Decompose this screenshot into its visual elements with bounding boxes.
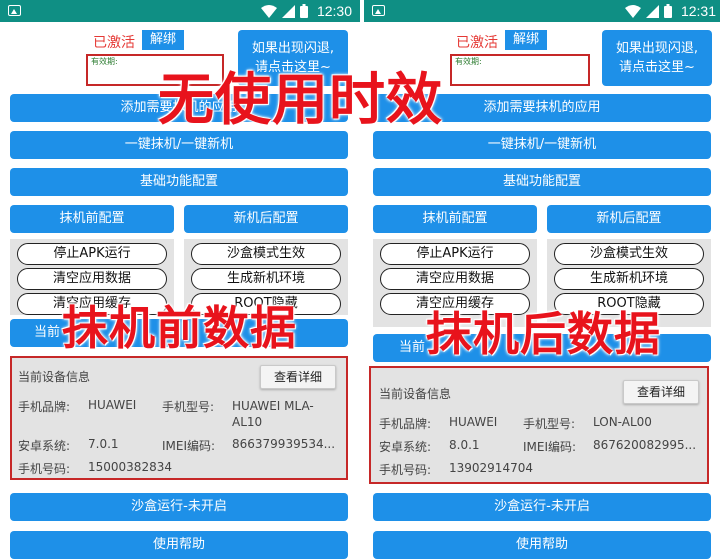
brand-label: 手机品牌: xyxy=(18,400,71,414)
clear-data-toggle[interactable]: 清空应用数据 xyxy=(17,268,167,290)
after-config-button[interactable]: 新机后配置 xyxy=(547,205,711,233)
sandbox-run-button[interactable]: 沙盒运行-未开启 xyxy=(10,493,348,521)
wifi-icon xyxy=(260,4,277,18)
imei-value: 866379939534... xyxy=(232,437,336,451)
status-time: 12:30 xyxy=(316,3,352,19)
one-key-reset-button[interactable]: 一键抹机/一键新机 xyxy=(373,131,711,159)
model-label: 手机型号: xyxy=(523,417,576,431)
image-notification-icon xyxy=(372,5,385,16)
signal-icon xyxy=(645,4,659,18)
status-bar: 12:31 xyxy=(364,0,720,22)
help-button[interactable]: 使用帮助 xyxy=(10,531,348,559)
before-data-overlay: 抹机前数据 xyxy=(62,301,297,355)
model-value: LON-AL00 xyxy=(593,415,652,429)
signal-icon xyxy=(281,4,295,18)
activated-label: 已激活 xyxy=(93,35,135,51)
imei-label: IMEI编码: xyxy=(523,440,577,454)
android-label: 安卓系统: xyxy=(18,439,71,453)
phone-label: 手机号码: xyxy=(379,463,432,477)
crash-hint-button[interactable]: 如果出现闪退, 请点击这里~ xyxy=(602,30,712,86)
basic-config-button[interactable]: 基础功能配置 xyxy=(10,168,348,196)
device-info-title: 当前设备信息 xyxy=(18,370,91,384)
phone-value: 13902914704 xyxy=(449,461,533,475)
clear-data-toggle[interactable]: 清空应用数据 xyxy=(380,268,530,290)
model-label: 手机型号: xyxy=(162,400,215,414)
no-time-limit-overlay: 无使用时效 xyxy=(158,68,443,133)
stop-apk-toggle[interactable]: 停止APK运行 xyxy=(17,243,167,265)
before-config-button[interactable]: 抹机前配置 xyxy=(373,205,537,233)
brand-value: HUAWEI xyxy=(88,398,137,412)
brand-value: HUAWEI xyxy=(449,415,498,429)
image-notification-icon xyxy=(8,5,21,16)
android-value: 7.0.1 xyxy=(88,437,119,451)
expiry-label: 有效期: xyxy=(91,57,118,66)
android-value: 8.0.1 xyxy=(449,438,480,452)
current-data-label: 当前 xyxy=(34,325,61,340)
activated-label: 已激活 xyxy=(456,35,498,51)
after-config-button[interactable]: 新机后配置 xyxy=(184,205,348,233)
sandbox-run-button[interactable]: 沙盒运行-未开启 xyxy=(373,493,711,521)
device-info-panel: 当前设备信息 查看详细 手机品牌: HUAWEI 手机型号: LON-AL00 … xyxy=(369,366,709,484)
sandbox-mode-toggle[interactable]: 沙盒模式生效 xyxy=(554,243,704,265)
expiry-box: 有效期: xyxy=(450,54,590,86)
help-button[interactable]: 使用帮助 xyxy=(373,531,711,559)
unbind-button[interactable]: 解绑 xyxy=(142,30,185,50)
before-config-button[interactable]: 抹机前配置 xyxy=(10,205,174,233)
imei-label: IMEI编码: xyxy=(162,439,216,453)
gen-env-toggle[interactable]: 生成新机环境 xyxy=(554,268,704,290)
basic-config-button[interactable]: 基础功能配置 xyxy=(373,168,711,196)
phone-value: 15000382834 xyxy=(88,460,172,474)
gen-env-toggle[interactable]: 生成新机环境 xyxy=(191,268,341,290)
device-info-panel: 当前设备信息 查看详细 手机品牌: HUAWEI 手机型号: HUAWEI ML… xyxy=(10,356,348,480)
android-label: 安卓系统: xyxy=(379,440,432,454)
imei-value: 867620082995... xyxy=(593,438,697,452)
expiry-label: 有效期: xyxy=(455,57,482,66)
status-time: 12:31 xyxy=(680,3,716,19)
status-bar: 12:30 xyxy=(0,0,360,22)
current-data-label: 当前 xyxy=(399,340,426,355)
unbind-button[interactable]: 解绑 xyxy=(505,30,548,50)
view-detail-button[interactable]: 查看详细 xyxy=(260,365,336,389)
battery-icon xyxy=(663,4,672,18)
after-data-overlay: 抹机后数据 xyxy=(426,307,661,361)
brand-label: 手机品牌: xyxy=(379,417,432,431)
battery-icon xyxy=(299,4,308,18)
device-info-title: 当前设备信息 xyxy=(379,387,452,401)
sandbox-mode-toggle[interactable]: 沙盒模式生效 xyxy=(191,243,341,265)
stop-apk-toggle[interactable]: 停止APK运行 xyxy=(380,243,530,265)
view-detail-button[interactable]: 查看详细 xyxy=(623,380,699,404)
phone-label: 手机号码: xyxy=(18,462,71,476)
wifi-icon xyxy=(624,4,641,18)
one-key-reset-button[interactable]: 一键抹机/一键新机 xyxy=(10,131,348,159)
model-value: HUAWEI MLA-AL10 xyxy=(232,399,314,429)
